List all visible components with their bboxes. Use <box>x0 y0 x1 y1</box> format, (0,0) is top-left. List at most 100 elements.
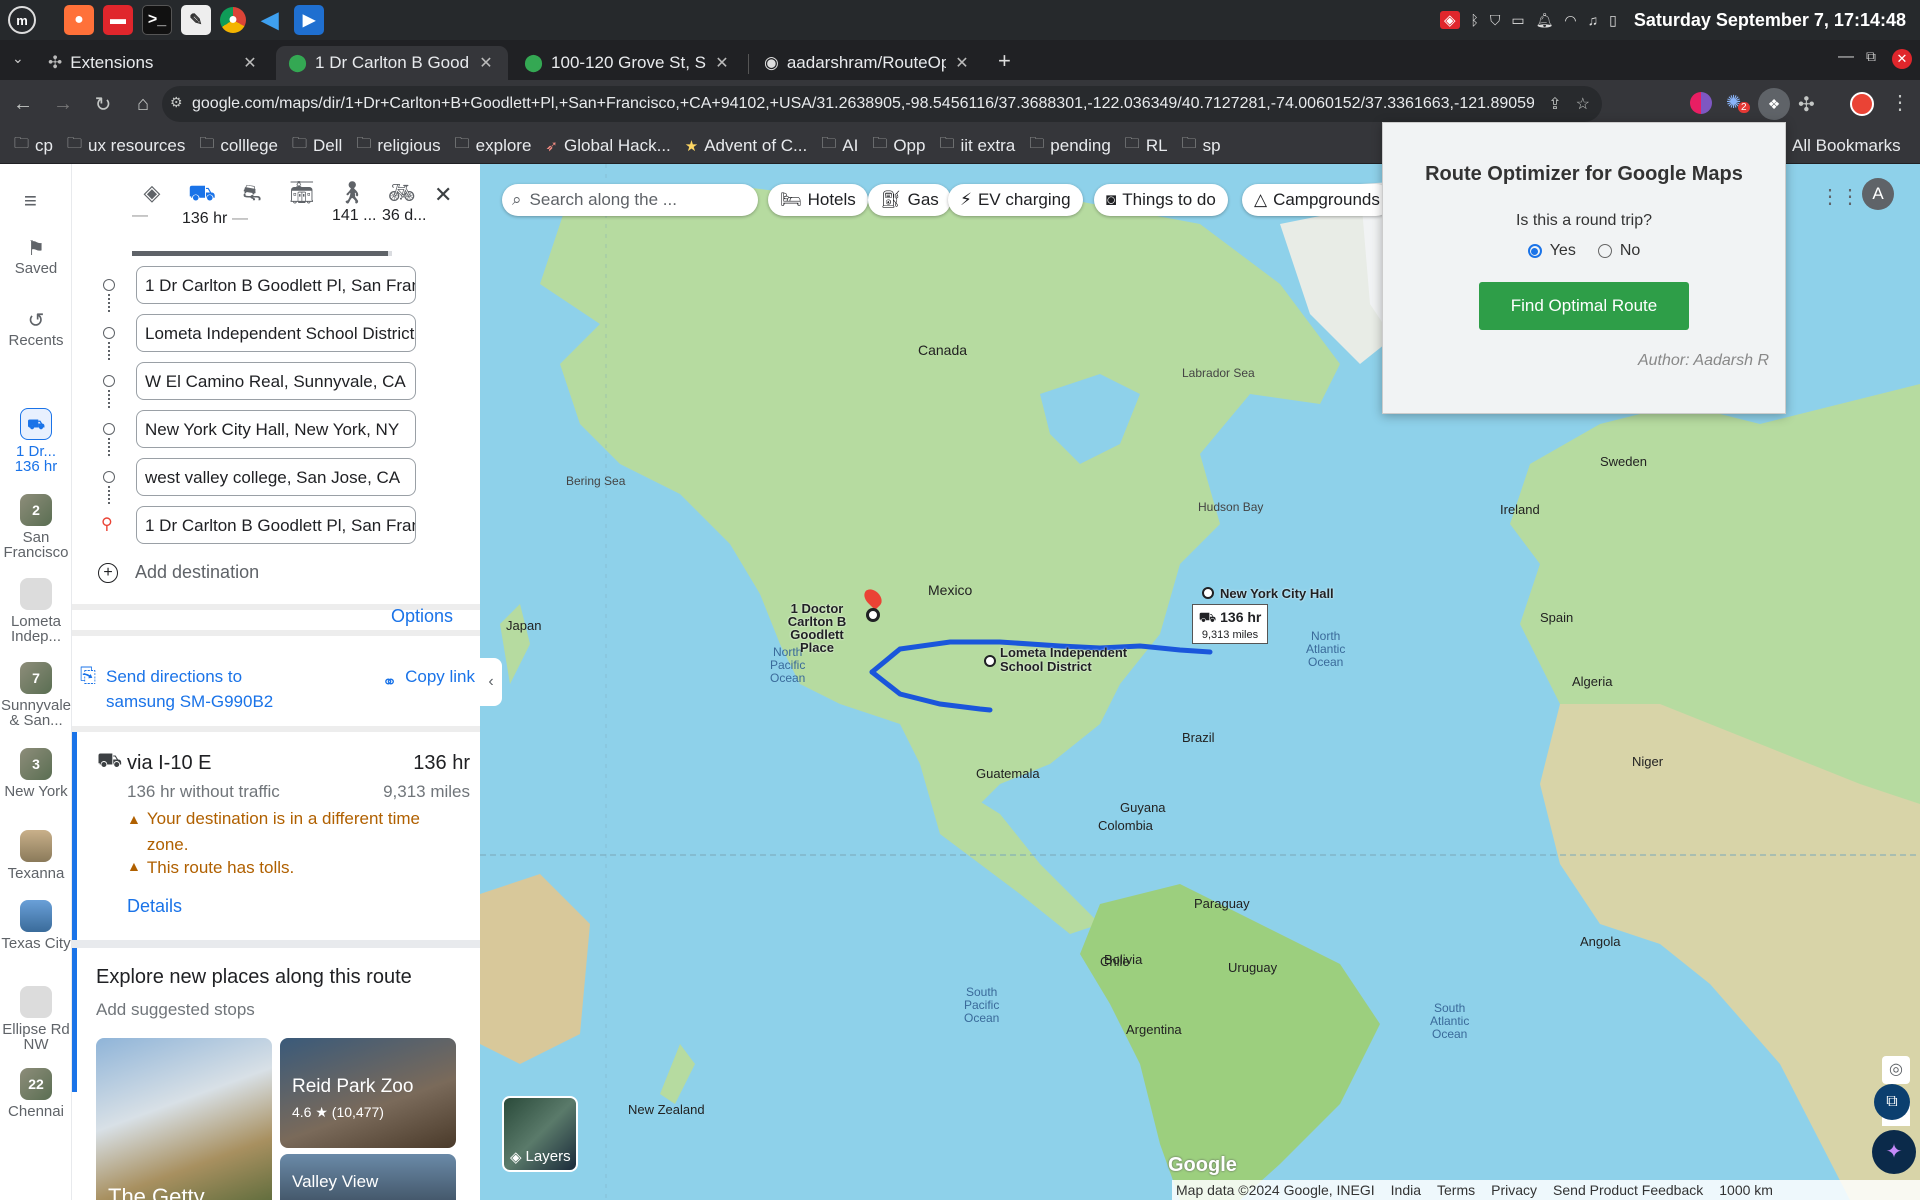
rail-item-texas-city[interactable]: Texas City <box>0 900 72 951</box>
rail-item-lometa[interactable]: Lometa Indep... <box>0 578 72 644</box>
close-directions-icon[interactable]: ✕ <box>434 182 452 208</box>
layers-button[interactable]: ◈ Layers <box>502 1096 578 1172</box>
close-window-button[interactable]: ✕ <box>1892 49 1912 69</box>
vscode-insiders-icon[interactable]: ▶ <box>294 5 324 35</box>
gemini-icon[interactable]: ✦ <box>1872 1130 1916 1174</box>
firefox-icon[interactable]: ● <box>64 5 94 35</box>
rail-item-texanna[interactable]: Texanna <box>0 830 72 881</box>
site-info-icon[interactable]: ⚙ <box>170 94 183 111</box>
account-avatar[interactable]: A <box>1862 178 1894 210</box>
collapse-panel-button[interactable]: ‹ <box>480 658 502 706</box>
radio-yes-icon[interactable] <box>1527 244 1542 258</box>
bookmark-religious[interactable]: 🗀︎ religious <box>356 133 440 158</box>
bookmark-explore[interactable]: 🗀︎ explore <box>455 133 532 158</box>
chip-things-to-do[interactable]: ◙ Things to do <box>1094 184 1228 216</box>
home-icon[interactable]: ⌂ <box>126 87 160 121</box>
install-icon[interactable]: ⇪ <box>1548 94 1561 114</box>
bookmark-global-hack[interactable]: ➶ Global Hack... <box>545 136 670 156</box>
footer-privacy[interactable]: Privacy <box>1491 1182 1537 1198</box>
mode-walk[interactable]: 🚶︎ 141 ... <box>332 180 376 224</box>
mode-transit[interactable]: 🚋︎ <box>282 180 322 206</box>
lometa-marker[interactable] <box>984 655 996 667</box>
route-optimizer-extension-icon[interactable]: ❖ <box>1758 88 1790 120</box>
explore-card-reid-park-zoo[interactable]: Reid Park Zoo 4.6 ★ (10,477) <box>280 1038 456 1148</box>
forward-icon[interactable]: → <box>46 87 80 121</box>
rail-item-current-route[interactable]: ⛟ 1 Dr... 136 hr <box>0 408 72 474</box>
bookmark-rl[interactable]: 🗀︎ RL <box>1125 133 1168 158</box>
chrome-icon[interactable]: ● <box>220 7 246 33</box>
rail-item-sunnyvale[interactable]: 7 Sunnyvale & San... <box>0 662 72 728</box>
round-trip-no[interactable]: No <box>1597 242 1640 260</box>
reload-icon[interactable]: ↻ <box>86 87 120 121</box>
rail-item-ellipse-rd[interactable]: Ellipse Rd NW <box>0 986 72 1052</box>
bluetooth-icon[interactable]: ᛒ <box>1471 12 1479 28</box>
terminal-icon[interactable]: >_ <box>142 5 172 35</box>
chip-gas[interactable]: ⛽︎ Gas <box>868 184 951 216</box>
chip-ev-charging[interactable]: ⚡︎ EV charging <box>948 184 1083 216</box>
explore-card-valley-view[interactable]: Valley View <box>280 1154 456 1200</box>
ny-marker[interactable] <box>1202 587 1214 599</box>
profile-icon[interactable] <box>1850 92 1874 116</box>
hamburger-menu-icon[interactable]: ≡ <box>24 188 37 214</box>
mode-bike[interactable]: 🚲︎ 36 d... <box>382 180 426 224</box>
bookmark-colllege[interactable]: 🗀︎ colllege <box>199 133 278 158</box>
clock[interactable]: Saturday September 7, 17:14:48 <box>1634 10 1906 31</box>
writer-icon[interactable]: ✎ <box>181 5 211 35</box>
mint-menu-icon[interactable]: m <box>8 6 36 34</box>
battery-icon[interactable]: ▯ <box>1609 12 1617 29</box>
footer-feedback[interactable]: Send Product Feedback <box>1553 1182 1703 1198</box>
mode-motorcycle[interactable]: ⛐ — <box>232 180 272 227</box>
route-info-box[interactable]: ⛟ 136 hr 9,313 miles <box>1192 604 1268 644</box>
notification-icon[interactable]: 🔔︎ <box>1536 12 1554 29</box>
bookmark-pending[interactable]: 🗀︎ pending <box>1029 133 1111 158</box>
bookmark-star-icon[interactable]: ☆ <box>1576 94 1590 114</box>
search-along-route-input[interactable]: ⌕ Search along the ... <box>502 184 758 216</box>
drive-icon[interactable]: ▭ <box>1511 12 1524 29</box>
chip-hotels[interactable]: 🛏︎ Hotels <box>768 184 868 216</box>
street-view-icon[interactable]: ⧉ <box>1874 1084 1910 1120</box>
rail-item-new-york[interactable]: 3 New York <box>0 748 72 799</box>
vscode-icon[interactable]: ◀ <box>255 5 285 35</box>
origin-marker[interactable] <box>866 608 880 622</box>
mode-best[interactable]: ◈ — <box>132 180 172 224</box>
send-directions-button[interactable]: ⎘ Send directions to samsung SM-G990B2 <box>80 664 300 714</box>
bookmark-sp[interactable]: 🗀︎ sp <box>1182 133 1221 158</box>
tab-grove-st[interactable]: ⬤ 100-120 Grove St, San ✕ <box>512 46 744 80</box>
close-icon[interactable]: ✕ <box>952 53 972 73</box>
app-indicator-icon[interactable]: ◈ <box>1439 11 1460 29</box>
my-location-icon[interactable]: ◎ <box>1882 1056 1910 1084</box>
menu-kebab-icon[interactable]: ⋮ <box>1890 90 1910 115</box>
rail-recents[interactable]: ↺ Recents <box>0 311 72 348</box>
all-bookmarks[interactable]: All Bookmarks <box>1792 136 1901 156</box>
copy-link-button[interactable]: ⚭ Copy link <box>382 664 478 695</box>
bookmark-advent-of-code[interactable]: ★ Advent of C... <box>685 136 807 156</box>
bookmark-dell[interactable]: 🗀︎ Dell <box>292 133 342 158</box>
details-link[interactable]: Details <box>127 896 182 917</box>
options-link[interactable]: Options <box>391 606 453 627</box>
footer-india[interactable]: India <box>1391 1182 1421 1198</box>
extensions-puzzle-icon[interactable]: ✣ <box>1798 92 1815 117</box>
find-optimal-route-button[interactable]: Find Optimal Route <box>1479 282 1689 330</box>
bookmark-ux-resources[interactable]: 🗀︎ ux resources <box>67 133 185 158</box>
files-icon[interactable]: ▬ <box>103 5 133 35</box>
waypoint-input-2[interactable]: Lometa Independent School District <box>136 314 416 352</box>
footer-terms[interactable]: Terms <box>1437 1182 1475 1198</box>
bookmark-ai[interactable]: 🗀︎ AI <box>821 133 858 158</box>
close-icon[interactable]: ✕ <box>712 53 732 73</box>
tab-github[interactable]: ◉ aadarshram/RouteOptimizer ✕ <box>752 46 984 80</box>
apps-grid-icon[interactable]: ⋮⋮ <box>1820 184 1860 209</box>
waypoint-input-6[interactable]: 1 Dr Carlton B Goodlett Pl, San Francisc… <box>136 506 416 544</box>
round-trip-yes[interactable]: Yes <box>1527 242 1576 260</box>
bookmark-iit-extra[interactable]: 🗀︎ iit extra <box>939 133 1015 158</box>
address-bar[interactable]: ⚙ google.com/maps/dir/1+Dr+Carlton+B+Goo… <box>162 86 1602 122</box>
waypoint-input-3[interactable]: W El Camino Real, Sunnyvale, CA <box>136 362 416 400</box>
back-icon[interactable]: ← <box>6 87 40 121</box>
extension-2-icon[interactable]: ✺ 2 <box>1726 92 1750 114</box>
scale-bar[interactable]: 1000 km <box>1719 1182 1773 1198</box>
maximize-button[interactable]: ⧉ <box>1866 48 1876 65</box>
tab-extensions[interactable]: ✣ Extensions ✕ <box>36 46 272 80</box>
chip-campgrounds[interactable]: △ Campgrounds <box>1242 184 1392 216</box>
bookmark-opp[interactable]: 🗀︎ Opp <box>872 133 925 158</box>
rail-saved[interactable]: ⚑ Saved <box>0 239 72 276</box>
rail-item-chennai[interactable]: 22 Chennai <box>0 1068 72 1119</box>
